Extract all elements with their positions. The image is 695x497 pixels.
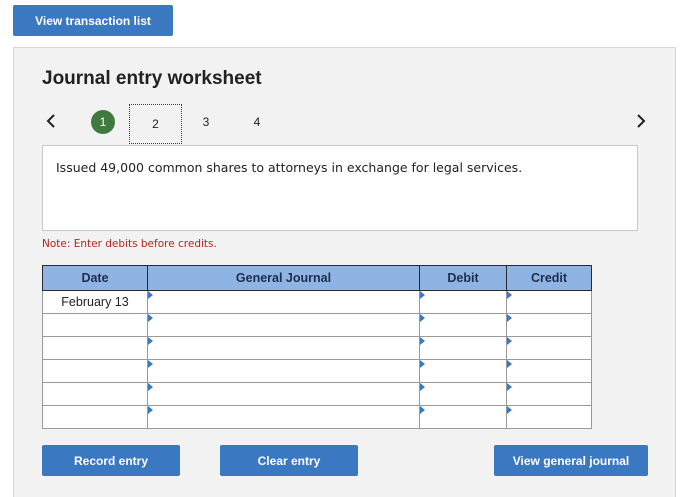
debit-input[interactable]	[419, 313, 507, 337]
credit-field[interactable]	[507, 337, 591, 359]
debit-field[interactable]	[420, 383, 506, 405]
record-entry-button[interactable]: Record entry	[42, 445, 180, 476]
credit-field[interactable]	[507, 406, 591, 428]
account-input[interactable]	[147, 405, 420, 429]
credit-input[interactable]	[506, 290, 592, 314]
transaction-description: Issued 49,000 common shares to attorneys…	[56, 160, 523, 175]
table-row	[42, 359, 592, 383]
step-2-tab[interactable]: 2	[129, 104, 182, 144]
date-cell[interactable]	[42, 313, 148, 337]
date-cell[interactable]	[42, 359, 148, 383]
debit-input[interactable]	[419, 336, 507, 360]
debit-field[interactable]	[420, 314, 506, 336]
account-field[interactable]	[148, 406, 419, 428]
debit-column-header: Debit	[419, 265, 507, 291]
credit-input[interactable]	[506, 359, 592, 383]
debit-field[interactable]	[420, 406, 506, 428]
credit-column-header: Credit	[506, 265, 592, 291]
account-field[interactable]	[148, 360, 419, 382]
debit-field[interactable]	[420, 360, 506, 382]
next-arrow-icon[interactable]	[632, 110, 650, 132]
debit-input[interactable]	[419, 359, 507, 383]
debit-field[interactable]	[420, 337, 506, 359]
step-4-tab[interactable]: 4	[245, 110, 269, 134]
table-row	[42, 382, 592, 406]
table-row	[42, 313, 592, 337]
credit-input[interactable]	[506, 405, 592, 429]
debit-input[interactable]	[419, 405, 507, 429]
credit-input[interactable]	[506, 313, 592, 337]
account-field[interactable]	[148, 291, 419, 313]
credit-field[interactable]	[507, 314, 591, 336]
credit-field[interactable]	[507, 291, 591, 313]
account-input[interactable]	[147, 313, 420, 337]
table-row	[42, 336, 592, 360]
date-cell[interactable]	[42, 382, 148, 406]
journal-worksheet-panel: Journal entry worksheet 1 2 3 4 Issued 4…	[13, 47, 676, 497]
date-column-header: Date	[42, 265, 148, 291]
debit-field[interactable]	[420, 291, 506, 313]
debit-input[interactable]	[419, 382, 507, 406]
account-input[interactable]	[147, 336, 420, 360]
clear-entry-button[interactable]: Clear entry	[220, 445, 358, 476]
credit-input[interactable]	[506, 382, 592, 406]
worksheet-title: Journal entry worksheet	[42, 68, 262, 89]
account-field[interactable]	[148, 314, 419, 336]
journal-entry-table: Date General Journal Debit Credit Februa…	[42, 265, 592, 429]
table-header-row: Date General Journal Debit Credit	[42, 265, 592, 291]
table-row	[42, 405, 592, 429]
account-input[interactable]	[147, 290, 420, 314]
account-input[interactable]	[147, 359, 420, 383]
account-field[interactable]	[148, 337, 419, 359]
previous-arrow-icon[interactable]	[42, 110, 60, 132]
step-1-tab[interactable]: 1	[91, 110, 115, 134]
view-transaction-list-button[interactable]: View transaction list	[13, 5, 173, 36]
credit-input[interactable]	[506, 336, 592, 360]
table-row: February 13	[42, 290, 592, 314]
date-cell[interactable]: February 13	[42, 290, 148, 314]
credit-field[interactable]	[507, 360, 591, 382]
date-cell[interactable]	[42, 336, 148, 360]
debit-input[interactable]	[419, 290, 507, 314]
account-field[interactable]	[148, 383, 419, 405]
step-3-tab[interactable]: 3	[194, 110, 218, 134]
credit-field[interactable]	[507, 383, 591, 405]
view-general-journal-button[interactable]: View general journal	[494, 445, 648, 476]
debit-credit-note: Note: Enter debits before credits.	[42, 238, 217, 250]
general-journal-column-header: General Journal	[147, 265, 420, 291]
account-input[interactable]	[147, 382, 420, 406]
transaction-description-box: Issued 49,000 common shares to attorneys…	[42, 145, 638, 231]
date-cell[interactable]	[42, 405, 148, 429]
